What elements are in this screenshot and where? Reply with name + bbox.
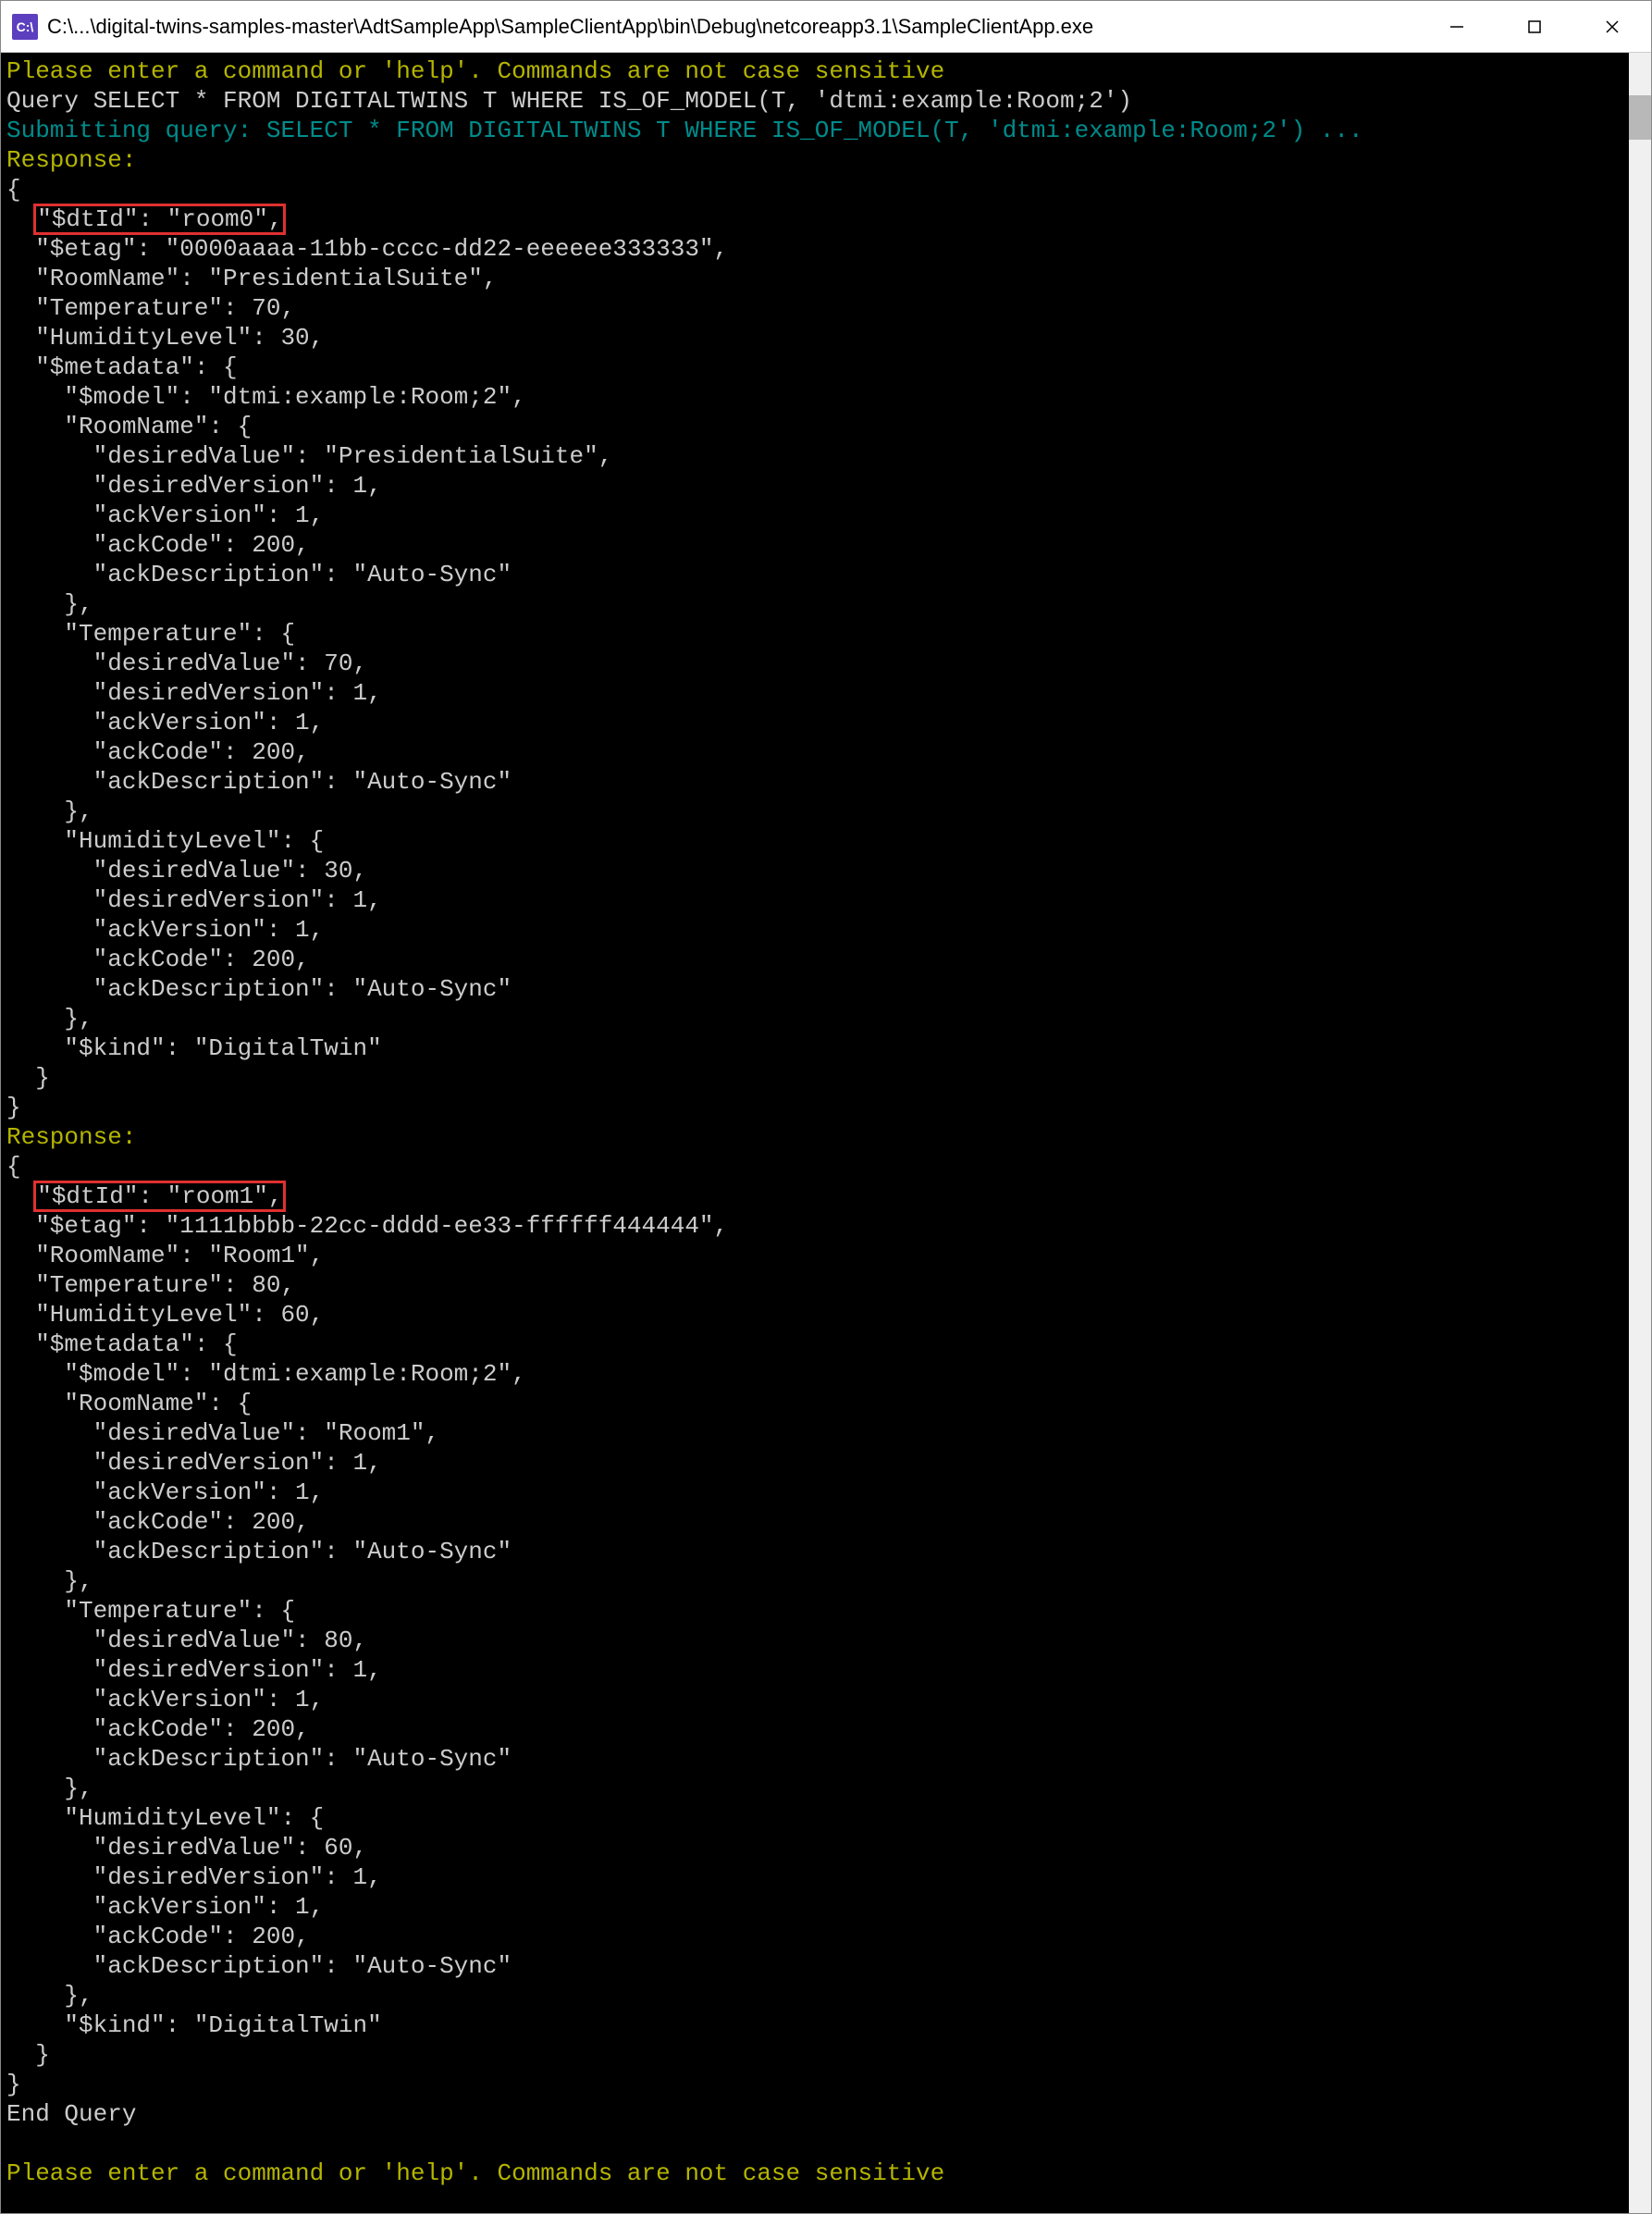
- json-line: "ackDescription": "Auto-Sync": [6, 1744, 1629, 1774]
- dtid-highlight: "$dtId": "room0",: [35, 205, 284, 233]
- prompt-line: Please enter a command or 'help'. Comman…: [6, 56, 1629, 86]
- dtid-line-room0: "$dtId": "room0",: [6, 204, 1629, 234]
- json-line: "ackCode": 200,: [6, 530, 1629, 560]
- json-line: "ackVersion": 1,: [6, 915, 1629, 945]
- json-line: }: [6, 1063, 1629, 1093]
- json-line: "$model": "dtmi:example:Room;2",: [6, 382, 1629, 412]
- end-query-line: End Query: [6, 2099, 1629, 2129]
- json-line: "HumidityLevel": {: [6, 826, 1629, 856]
- submitting-line: Submitting query: SELECT * FROM DIGITALT…: [6, 116, 1629, 145]
- maximize-button[interactable]: [1496, 1, 1573, 52]
- json-line: },: [6, 797, 1629, 826]
- maximize-icon: [1526, 19, 1543, 35]
- json-line: "desiredVersion": 1,: [6, 471, 1629, 501]
- json-line: },: [6, 589, 1629, 619]
- json-line: "ackDescription": "Auto-Sync": [6, 974, 1629, 1004]
- window-controls: [1418, 1, 1651, 52]
- json-line: "desiredVersion": 1,: [6, 1655, 1629, 1685]
- json-line: "desiredValue": 80,: [6, 1626, 1629, 1655]
- minimize-button[interactable]: [1418, 1, 1496, 52]
- json-line: "desiredVersion": 1,: [6, 1448, 1629, 1478]
- vertical-scrollbar[interactable]: [1629, 53, 1651, 2213]
- json-line: "ackVersion": 1,: [6, 708, 1629, 737]
- close-button[interactable]: [1573, 1, 1651, 52]
- json-line: "ackVersion": 1,: [6, 1478, 1629, 1507]
- json-line: "$model": "dtmi:example:Room;2",: [6, 1359, 1629, 1389]
- json-line: "desiredVersion": 1,: [6, 885, 1629, 915]
- json-line: "ackVersion": 1,: [6, 501, 1629, 530]
- json-line: "ackDescription": "Auto-Sync": [6, 1537, 1629, 1566]
- console-area[interactable]: Please enter a command or 'help'. Comman…: [1, 53, 1651, 2213]
- json-line: "$metadata": {: [6, 1330, 1629, 1359]
- response-label: Response:: [6, 145, 1629, 175]
- json-line: "ackCode": 200,: [6, 1922, 1629, 1951]
- json-line: "ackCode": 200,: [6, 737, 1629, 767]
- json-line: "ackDescription": "Auto-Sync": [6, 767, 1629, 797]
- app-window: C:\ C:\...\digital-twins-samples-master\…: [0, 0, 1652, 2214]
- json-line: "HumidityLevel": {: [6, 1803, 1629, 1833]
- json-line: "$etag": "1111bbbb-22cc-dddd-ee33-ffffff…: [6, 1211, 1629, 1241]
- prompt-line: Please enter a command or 'help'. Comman…: [6, 2158, 1629, 2188]
- json-line: }: [6, 1093, 1629, 1122]
- json-line: "desiredValue": "PresidentialSuite",: [6, 441, 1629, 471]
- query-input-line: Query SELECT * FROM DIGITALTWINS T WHERE…: [6, 86, 1629, 116]
- json-line: "ackCode": 200,: [6, 945, 1629, 974]
- scrollbar-thumb[interactable]: [1629, 95, 1651, 140]
- window-title: C:\...\digital-twins-samples-master\AdtS…: [47, 15, 1418, 39]
- json-line: "$etag": "0000aaaa-11bb-cccc-dd22-eeeeee…: [6, 234, 1629, 264]
- json-line: "Temperature": 70,: [6, 293, 1629, 323]
- json-line: "HumidityLevel": 60,: [6, 1300, 1629, 1330]
- json-line: "Temperature": {: [6, 1596, 1629, 1626]
- json-line: },: [6, 1981, 1629, 2010]
- json-line: "RoomName": "Room1",: [6, 1241, 1629, 1270]
- json-line: "ackDescription": "Auto-Sync": [6, 560, 1629, 589]
- json-line: "ackVersion": 1,: [6, 1892, 1629, 1922]
- json-line: "ackDescription": "Auto-Sync": [6, 1951, 1629, 1981]
- close-icon: [1604, 19, 1621, 35]
- json-line: "ackVersion": 1,: [6, 1685, 1629, 1714]
- json-line: "ackCode": 200,: [6, 1714, 1629, 1744]
- json-line: "desiredVersion": 1,: [6, 678, 1629, 708]
- json-line: "ackCode": 200,: [6, 1507, 1629, 1537]
- json-line: {: [6, 1152, 1629, 1181]
- json-line: "Temperature": 80,: [6, 1270, 1629, 1300]
- json-line: },: [6, 1774, 1629, 1803]
- dtid-highlight: "$dtId": "room1",: [35, 1182, 284, 1210]
- app-icon: C:\: [12, 14, 38, 40]
- json-line: "desiredVersion": 1,: [6, 1862, 1629, 1892]
- json-line: "RoomName": "PresidentialSuite",: [6, 264, 1629, 293]
- json-line: "desiredValue": 60,: [6, 1833, 1629, 1862]
- json-line: "HumidityLevel": 30,: [6, 323, 1629, 353]
- response-label: Response:: [6, 1122, 1629, 1152]
- json-line: "$metadata": {: [6, 353, 1629, 382]
- json-line: },: [6, 1566, 1629, 1596]
- json-line: "desiredValue": 30,: [6, 856, 1629, 885]
- json-line: }: [6, 2040, 1629, 2070]
- json-line: "RoomName": {: [6, 412, 1629, 441]
- blank-line: [6, 2129, 1629, 2158]
- json-line: },: [6, 1004, 1629, 1033]
- console-output: Please enter a command or 'help'. Comman…: [1, 53, 1629, 2213]
- json-line: "desiredValue": "Room1",: [6, 1418, 1629, 1448]
- json-line: "$kind": "DigitalTwin": [6, 2010, 1629, 2040]
- json-line: "desiredValue": 70,: [6, 649, 1629, 678]
- json-line: "Temperature": {: [6, 619, 1629, 649]
- json-line: }: [6, 2070, 1629, 2099]
- json-line: "$kind": "DigitalTwin": [6, 1033, 1629, 1063]
- json-line: {: [6, 175, 1629, 204]
- titlebar[interactable]: C:\ C:\...\digital-twins-samples-master\…: [1, 1, 1651, 53]
- dtid-line-room1: "$dtId": "room1",: [6, 1181, 1629, 1211]
- minimize-icon: [1449, 19, 1465, 35]
- json-line: "RoomName": {: [6, 1389, 1629, 1418]
